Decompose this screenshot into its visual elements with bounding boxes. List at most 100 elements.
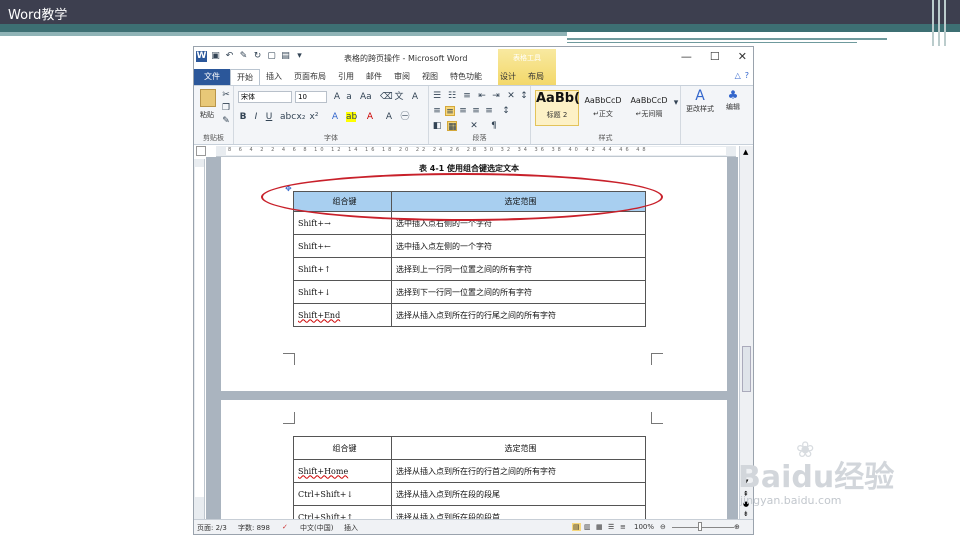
sort-icon[interactable]: ↕ [519, 91, 529, 101]
key-cell[interactable]: Shift+End [293, 303, 392, 327]
phonetic-icon[interactable]: 文 [394, 92, 404, 102]
header-cell[interactable]: 组合键 [293, 436, 392, 460]
range-cell[interactable]: 选择从插入点到所在行的行首之间的所有字符 [391, 459, 646, 483]
key-cell[interactable]: Shift+↓ [293, 280, 392, 304]
format-brush-icon[interactable]: ✎ [221, 116, 231, 126]
word-count[interactable]: 字数: 898 [238, 523, 270, 533]
zoom-slider[interactable] [672, 527, 734, 528]
tab-review[interactable]: 审阅 [388, 69, 416, 85]
align-right-icon[interactable]: ≡ [458, 106, 468, 116]
justify-icon[interactable]: ≡ [471, 106, 481, 116]
range-cell[interactable]: 选中插入点左侧的一个字符 [391, 234, 646, 258]
range-cell[interactable]: 选择到下一行同一位置之间的所有字符 [391, 280, 646, 304]
copy-icon[interactable]: ❐ [221, 103, 231, 113]
tab-insert[interactable]: 插入 [260, 69, 288, 85]
new-doc-icon[interactable]: ▢ [266, 51, 277, 62]
increase-indent-icon[interactable]: ⇥ [491, 91, 501, 101]
word-logo-icon[interactable]: W [196, 51, 207, 62]
zoom-level[interactable]: 100% [634, 523, 654, 531]
clear-format-icon[interactable]: ⌫ [380, 92, 393, 102]
paste-icon[interactable] [200, 89, 216, 107]
strikethrough-icon[interactable]: abc [280, 112, 296, 122]
minimize-button[interactable]: — [681, 50, 692, 63]
show-marks-icon[interactable]: ¶ [489, 121, 499, 131]
enclose-char-icon[interactable]: ㊀ [400, 112, 410, 122]
cut-icon[interactable]: ✂ [221, 90, 231, 100]
draft-icon[interactable]: ≡ [620, 523, 626, 531]
numbering-icon[interactable]: ☷ [447, 91, 457, 101]
print-layout-icon[interactable]: ▤ [572, 523, 581, 531]
align-left-icon[interactable]: ≡ [432, 106, 442, 116]
zoom-out-icon[interactable]: ⊖ [660, 523, 666, 531]
tab-layout[interactable]: 布局 [522, 69, 550, 85]
tab-mailings[interactable]: 邮件 [360, 69, 388, 85]
superscript-icon[interactable]: x² [309, 112, 319, 122]
style-normal[interactable]: AaBbCcD ↵正文 [581, 90, 625, 126]
page-3[interactable]: 组合键 选定范围 Shift+Home 选择从插入点到所在行的行首之间的所有字符… [221, 400, 727, 530]
font-name-select[interactable]: 宋体 [238, 91, 292, 103]
grow-font-icon[interactable]: A [332, 92, 342, 102]
key-cell[interactable]: Ctrl+Shift+↓ [293, 482, 392, 506]
tab-page-layout[interactable]: 页面布局 [288, 69, 332, 85]
text-effect-icon[interactable]: A [330, 112, 340, 122]
key-cell[interactable]: Shift+Home [293, 459, 392, 483]
header-cell[interactable]: 选定范围 [391, 436, 646, 460]
page-indicator[interactable]: 页面: 2/3 [197, 523, 227, 533]
editing-button[interactable]: ♣ 编辑 [718, 88, 748, 112]
change-case-icon[interactable]: Aa [360, 92, 372, 102]
save-icon[interactable]: ▣ [210, 51, 221, 62]
customize-qat-icon[interactable]: ▾ [294, 51, 305, 62]
page-2[interactable]: 表 4-1 使用组合键选定文本 ✥ 组合键 选定范围 Shift+→ 选中插入点… [221, 157, 727, 391]
chinese-layout-icon[interactable]: ✕ [506, 91, 516, 101]
change-styles-button[interactable]: A 更改样式 [683, 88, 717, 114]
zoom-slider-thumb[interactable] [698, 522, 702, 531]
vertical-ruler[interactable] [194, 159, 205, 519]
web-layout-icon[interactable]: ▦ [596, 523, 603, 531]
line-spacing-icon[interactable]: ↕ [501, 106, 511, 116]
highlight-icon[interactable]: ab [346, 112, 357, 122]
key-cell[interactable]: Shift+↑ [293, 257, 392, 281]
language-indicator[interactable]: 中文(中国) [300, 523, 333, 533]
bullets-icon[interactable]: ☰ [432, 91, 442, 101]
range-cell[interactable]: 选择从插入点到所在段的段尾 [391, 482, 646, 506]
tab-view[interactable]: 视图 [416, 69, 444, 85]
horizontal-ruler[interactable]: 8 6 4 2 2 4 6 8 10 12 14 16 18 20 22 24 … [216, 146, 736, 157]
scroll-thumb[interactable] [742, 346, 751, 392]
style-heading2[interactable]: AaBb( 标题 2 [535, 90, 580, 126]
italic-icon[interactable]: I [251, 112, 261, 122]
close-button[interactable]: ✕ [738, 50, 747, 63]
decrease-indent-icon[interactable]: ⇤ [477, 91, 487, 101]
multilevel-list-icon[interactable]: ≡ [462, 91, 472, 101]
asian-layout-icon[interactable]: ✕ [469, 121, 479, 131]
zoom-in-icon[interactable]: ⊕ [734, 523, 740, 531]
font-size-select[interactable]: 10 [295, 91, 327, 103]
insert-mode[interactable]: 插入 [344, 523, 358, 533]
tab-selector[interactable] [196, 146, 206, 156]
char-shading-icon[interactable]: A [384, 112, 394, 122]
range-cell[interactable]: 选择到上一行同一位置之间的所有字符 [391, 257, 646, 281]
tab-features[interactable]: 特色功能 [444, 69, 488, 85]
open-icon[interactable]: ▤ [280, 51, 291, 62]
tab-file[interactable]: 文件 [194, 69, 230, 85]
range-cell[interactable]: 选择从插入点到所在行的行尾之间的所有字符 [391, 303, 646, 327]
full-screen-icon[interactable]: ▥ [584, 523, 591, 531]
font-color-icon[interactable]: A [365, 112, 375, 122]
redo-icon[interactable]: ↻ [252, 51, 263, 62]
format-painter-icon[interactable]: ✎ [238, 51, 249, 62]
tab-home[interactable]: 开始 [230, 69, 260, 85]
styles-more-icon[interactable]: ▾ [671, 98, 681, 108]
style-no-spacing[interactable]: AaBbCcD ↵无间隔 [627, 90, 671, 126]
subscript-icon[interactable]: x₂ [296, 112, 306, 122]
align-center-icon[interactable]: ≡ [445, 106, 455, 117]
maximize-button[interactable]: ☐ [710, 50, 720, 63]
outline-icon[interactable]: ☰ [608, 523, 614, 531]
shrink-font-icon[interactable]: a [344, 92, 354, 102]
paste-button[interactable]: 粘贴 [200, 110, 214, 120]
key-cell[interactable]: Shift+← [293, 234, 392, 258]
scroll-up-icon[interactable]: ▲ [743, 148, 748, 156]
underline-icon[interactable]: U [264, 112, 274, 122]
tab-design[interactable]: 设计 [494, 69, 522, 85]
proofing-icon[interactable]: ✓ [282, 523, 288, 531]
help-icon[interactable]: ? [745, 71, 749, 80]
distribute-icon[interactable]: ≡ [484, 106, 494, 116]
